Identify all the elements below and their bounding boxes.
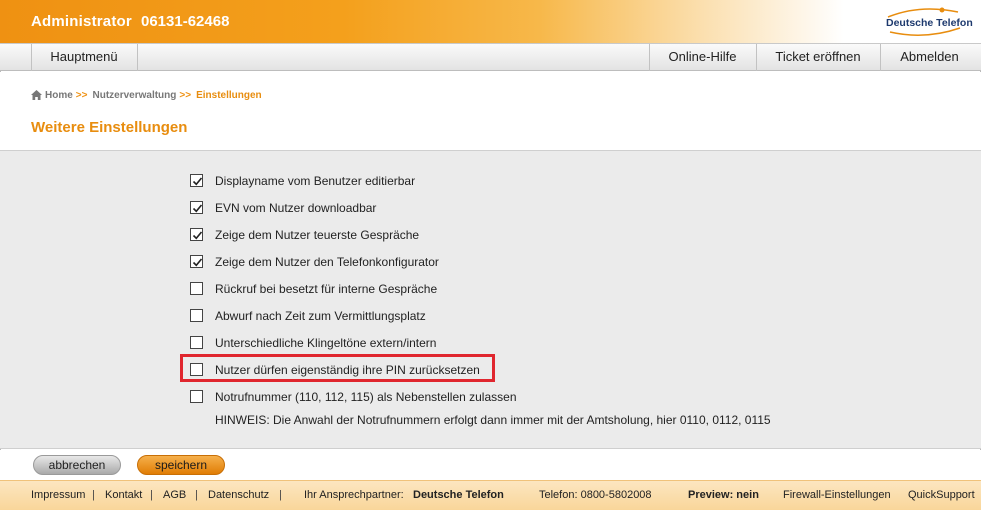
home-icon[interactable] — [31, 90, 42, 103]
option-label: Zeige dem Nutzer teuerste Gespräche — [215, 228, 420, 242]
footer-link-firewall[interactable]: Firewall-Einstellungen — [783, 489, 891, 501]
checkbox-users-reset-pin[interactable] — [190, 363, 203, 376]
checkmark-icon — [192, 177, 203, 186]
option-label: Zeige dem Nutzer den Telefonkonfigurator — [215, 255, 439, 269]
page-title: Weitere Einstellungen — [31, 119, 188, 136]
option-label: Displayname vom Benutzer editierbar — [215, 174, 416, 188]
top-header: Administrator 06131-62468 Deutsche Telef… — [0, 0, 981, 43]
footer-separator: | — [150, 489, 153, 501]
checkbox-timeout-to-operator[interactable] — [190, 309, 203, 322]
footer-link-impressum[interactable]: Impressum — [31, 489, 85, 501]
breadcrumb: Home >> Nutzerverwaltung >> Einstellungen — [31, 90, 262, 103]
checkbox-callback-on-busy[interactable] — [190, 282, 203, 295]
footer-phone: Telefon: 0800-5802008 — [539, 489, 652, 501]
breadcrumb-current: Einstellungen — [196, 90, 262, 101]
nav-online-help[interactable]: Online-Hilfe — [650, 44, 755, 71]
user-role-title: Administrator — [31, 13, 132, 30]
checkbox-display-name-editable[interactable] — [190, 174, 203, 187]
checkmark-icon — [192, 204, 203, 213]
option-label: Rückruf bei besetzt für interne Gespräch… — [215, 282, 438, 296]
footer-link-kontakt[interactable]: Kontakt — [105, 489, 142, 501]
breadcrumb-separator: >> — [179, 90, 192, 101]
checkbox-show-expensive-calls[interactable] — [190, 228, 203, 241]
checkbox-evn-downloadable[interactable] — [190, 201, 203, 214]
account-phone-number: 06131-62468 — [141, 13, 230, 30]
settings-panel: Displayname vom Benutzer editierbar EVN … — [0, 150, 981, 449]
nav-main-menu[interactable]: Hauptmenü — [32, 44, 136, 71]
emergency-hint-text: HINWEIS: Die Anwahl der Notrufnummern er… — [215, 413, 771, 427]
logo-text: Deutsche Telefon — [886, 17, 973, 29]
checkmark-icon — [192, 231, 203, 240]
footer-separator: | — [92, 489, 95, 501]
checkbox-distinct-ringtones[interactable] — [190, 336, 203, 349]
footer-preview-status: Preview: nein — [688, 489, 759, 501]
option-label: Nutzer dürfen eigenständig ihre PIN zurü… — [215, 363, 480, 377]
footer-link-quicksupport[interactable]: QuickSupport — [908, 489, 975, 501]
nav-divider — [137, 44, 138, 71]
checkmark-icon — [192, 258, 203, 267]
option-label: EVN vom Nutzer downloadbar — [215, 201, 377, 215]
breadcrumb-home[interactable]: Home — [45, 90, 73, 101]
breadcrumb-separator: >> — [75, 90, 88, 101]
footer-separator: | — [195, 489, 198, 501]
footer-link-datenschutz[interactable]: Datenschutz — [208, 489, 269, 501]
option-label: Unterschiedliche Klingeltöne extern/inte… — [215, 336, 437, 350]
nav-open-ticket[interactable]: Ticket eröffnen — [757, 44, 879, 71]
option-label: Abwurf nach Zeit zum Vermittlungsplatz — [215, 309, 426, 323]
checkbox-show-phone-configurator[interactable] — [190, 255, 203, 268]
main-navigation: Hauptmenü Online-Hilfe Ticket eröffnen A… — [0, 43, 981, 71]
content-header: Home >> Nutzerverwaltung >> Einstellungen We… — [0, 72, 981, 150]
footer-separator: | — [279, 489, 282, 501]
action-bar: abbrechen speichern — [0, 450, 981, 480]
nav-logout[interactable]: Abmelden — [881, 44, 978, 71]
brand-logo[interactable]: Deutsche Telefon — [880, 6, 973, 38]
checkbox-emergency-numbers[interactable] — [190, 390, 203, 403]
footer-contact-name: Deutsche Telefon — [413, 489, 504, 501]
breadcrumb-user-admin[interactable]: Nutzerverwaltung — [92, 90, 176, 101]
cancel-button[interactable]: abbrechen — [33, 455, 121, 475]
option-label: Notrufnummer (110, 112, 115) als Nebenst… — [215, 390, 517, 404]
footer: Impressum | Kontakt | AGB | Datenschutz … — [0, 480, 981, 510]
save-button[interactable]: speichern — [137, 455, 225, 475]
footer-contact-label: Ihr Ansprechpartner: — [304, 489, 404, 501]
footer-link-agb[interactable]: AGB — [163, 489, 186, 501]
